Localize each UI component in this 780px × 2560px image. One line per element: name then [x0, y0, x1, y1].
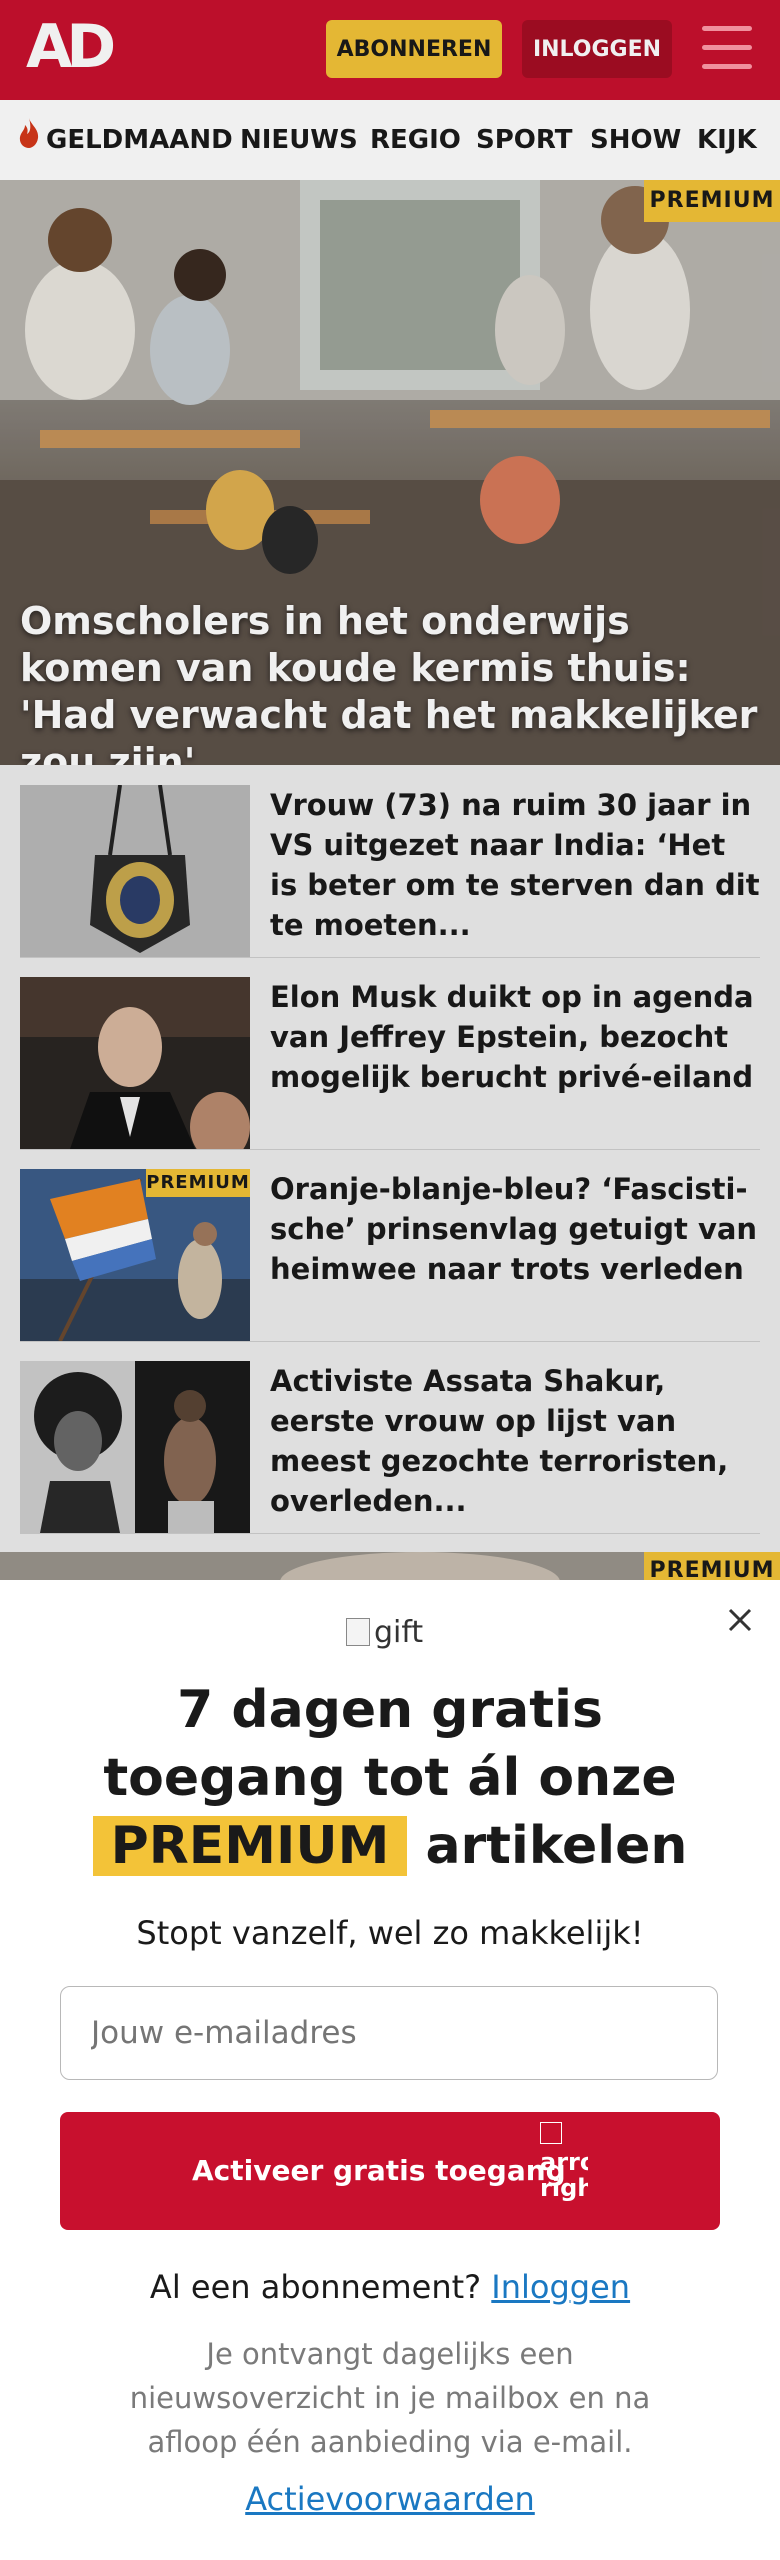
- popup-subtitle: Stopt vanzelf, wel zo makkelijk!: [136, 1914, 644, 1952]
- arrow-right-icon: arrow right: [540, 2122, 588, 2222]
- popup-note: Je ontvangt dagelijks een nieuwsoverzich…: [129, 2337, 651, 2459]
- gift-icon: gift: [346, 1612, 436, 1652]
- login-link[interactable]: Inloggen: [491, 2268, 630, 2306]
- close-icon[interactable]: [722, 1602, 758, 1638]
- activate-free-access-button[interactable]: Activeer gratis toegang arrow right: [60, 2112, 720, 2230]
- background-dim: [0, 0, 780, 1580]
- premium-highlight: PREMIUM: [92, 1816, 408, 1876]
- email-input[interactable]: [60, 1986, 718, 2080]
- subscription-popup: gift 7 dagen gratis toegang tot ál onze …: [0, 1580, 780, 2560]
- terms-container: Actievoorwaarden: [0, 2480, 780, 2518]
- login-prompt: Al een abonnement? Inloggen: [149, 2268, 631, 2306]
- popup-title: 7 dagen gratis toegang tot ál onze PREMI…: [0, 1676, 780, 1880]
- terms-link[interactable]: Actievoorwaarden: [245, 2480, 535, 2518]
